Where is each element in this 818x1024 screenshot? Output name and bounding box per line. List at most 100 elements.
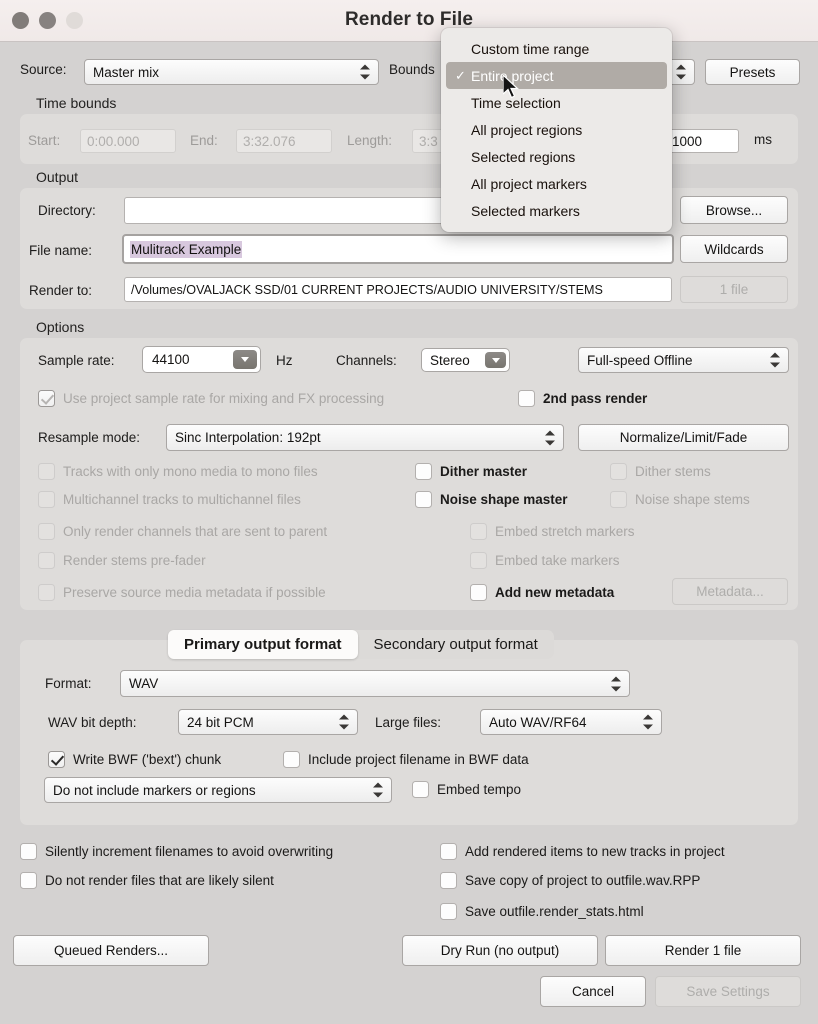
- checkbox-box[interactable]: [440, 843, 457, 860]
- second-pass-render-checkbox[interactable]: 2nd pass render: [518, 390, 647, 407]
- length-value: 3:3: [419, 133, 438, 149]
- tab-primary-output-format[interactable]: Primary output format: [168, 630, 358, 659]
- large-files-label: Large files:: [375, 715, 442, 730]
- render-button[interactable]: Render 1 file: [605, 935, 801, 966]
- use-project-sample-rate-label: Use project sample rate for mixing and F…: [63, 391, 385, 406]
- checkbox-box[interactable]: [440, 903, 457, 920]
- title-bar: Render to File: [0, 0, 818, 42]
- add-new-metadata-checkbox[interactable]: Add new metadata: [470, 584, 614, 601]
- browse-button[interactable]: Browse...: [680, 196, 788, 224]
- checkbox-label: Tracks with only mono media to mono file…: [63, 464, 318, 479]
- large-files-select[interactable]: Auto WAV/RF64: [480, 709, 662, 735]
- menu-item-time-selection[interactable]: Time selection: [441, 89, 672, 116]
- dither-master-checkbox[interactable]: Dither master: [415, 463, 527, 480]
- save-copy-of-project-checkbox[interactable]: Save copy of project to outfile.wav.RPP: [440, 872, 700, 889]
- filename-value: Mulitrack Example: [130, 240, 243, 258]
- chevron-down-icon[interactable]: [485, 352, 506, 368]
- format-label: Format:: [45, 676, 92, 691]
- resample-mode-value: Sinc Interpolation: 192pt: [175, 430, 321, 445]
- tail-unit-label: ms: [754, 132, 772, 147]
- checkbox-label: Silently increment filenames to avoid ov…: [45, 844, 334, 859]
- checkbox-box[interactable]: [415, 463, 432, 480]
- checkbox-label: Preserve source media metadata if possib…: [63, 585, 326, 600]
- checkbox-label: Write BWF ('bext') chunk: [73, 752, 222, 767]
- menu-item-label: Selected regions: [471, 148, 576, 165]
- checkbox-label: Noise shape stems: [635, 492, 750, 507]
- resample-mode-select[interactable]: Sinc Interpolation: 192pt: [166, 424, 564, 451]
- format-value: WAV: [129, 676, 159, 691]
- include-project-filename-checkbox[interactable]: Include project filename in BWF data: [283, 751, 529, 768]
- multichannel-tracks-checkbox: Multichannel tracks to multichannel file…: [38, 491, 301, 508]
- checkbox-label: Do not render files that are likely sile…: [45, 873, 274, 888]
- dry-run-button[interactable]: Dry Run (no output): [402, 935, 598, 966]
- tail-length-value: 1000: [672, 133, 703, 149]
- normalize-limit-fade-button[interactable]: Normalize/Limit/Fade: [578, 424, 789, 451]
- checkbox-box[interactable]: [283, 751, 300, 768]
- do-not-render-silent-files-checkbox[interactable]: Do not render files that are likely sile…: [20, 872, 274, 889]
- menu-item-selected-regions[interactable]: Selected regions: [441, 143, 672, 170]
- start-field[interactable]: 0:00.000: [80, 129, 176, 153]
- channels-value: Stereo: [430, 352, 470, 368]
- preserve-source-metadata-checkbox: Preserve source media metadata if possib…: [38, 584, 326, 601]
- checkbox-box: [610, 463, 627, 480]
- second-pass-render-label: 2nd pass render: [543, 391, 648, 406]
- checkbox-box[interactable]: [415, 491, 432, 508]
- checkbox-label: Multichannel tracks to multichannel file…: [63, 492, 301, 507]
- end-value: 3:32.076: [243, 133, 296, 149]
- menu-item-all-project-regions[interactable]: All project regions: [441, 116, 672, 143]
- save-settings-button: Save Settings: [655, 976, 801, 1007]
- embed-take-markers-checkbox: Embed take markers: [470, 552, 620, 569]
- menu-item-entire-project[interactable]: ✓ Entire project: [446, 62, 667, 89]
- tab-secondary-output-format[interactable]: Secondary output format: [358, 630, 554, 659]
- end-field[interactable]: 3:32.076: [236, 129, 332, 153]
- queued-renders-button[interactable]: Queued Renders...: [13, 935, 209, 966]
- bounds-label: Bounds: [389, 62, 435, 77]
- render-stems-pre-fader-checkbox: Render stems pre-fader: [38, 552, 206, 569]
- start-label: Start:: [28, 133, 61, 148]
- add-rendered-items-to-new-tracks-checkbox[interactable]: Add rendered items to new tracks in proj…: [440, 843, 725, 860]
- write-bwf-chunk-checkbox[interactable]: Write BWF ('bext') chunk: [48, 751, 221, 768]
- chevron-updown-icon: [676, 64, 687, 81]
- menu-item-custom-time-range[interactable]: Custom time range: [441, 35, 672, 62]
- noise-shape-master-checkbox[interactable]: Noise shape master: [415, 491, 568, 508]
- menu-item-selected-markers[interactable]: Selected markers: [441, 197, 672, 224]
- channels-combo[interactable]: Stereo: [421, 348, 510, 372]
- silently-increment-filenames-checkbox[interactable]: Silently increment filenames to avoid ov…: [20, 843, 333, 860]
- wildcards-button[interactable]: Wildcards: [680, 235, 788, 263]
- checkbox-box[interactable]: [470, 584, 487, 601]
- checkbox-box[interactable]: [440, 872, 457, 889]
- checkbox-box[interactable]: [48, 751, 65, 768]
- checkbox-label: Embed take markers: [495, 553, 620, 568]
- only-render-channels-sent-to-parent-checkbox: Only render channels that are sent to pa…: [38, 523, 327, 540]
- checkbox-label: Embed stretch markers: [495, 524, 635, 539]
- markers-regions-select[interactable]: Do not include markers or regions: [44, 777, 392, 803]
- wav-bit-depth-select[interactable]: 24 bit PCM: [178, 709, 358, 735]
- chevron-down-icon[interactable]: [233, 350, 257, 369]
- save-render-stats-checkbox[interactable]: Save outfile.render_stats.html: [440, 903, 644, 920]
- chevron-updown-icon: [360, 64, 371, 81]
- page-title: Render to File: [344, 9, 474, 30]
- chevron-updown-icon: [373, 782, 384, 799]
- checkbox-box[interactable]: [412, 781, 429, 798]
- checkbox-box[interactable]: [20, 843, 37, 860]
- format-select[interactable]: WAV: [120, 670, 630, 697]
- checkbox-box[interactable]: [20, 872, 37, 889]
- dither-stems-checkbox: Dither stems: [610, 463, 711, 480]
- menu-item-label: Selected markers: [471, 202, 580, 219]
- noise-shape-stems-checkbox: Noise shape stems: [610, 491, 750, 508]
- filename-input[interactable]: Mulitrack Example: [122, 234, 674, 264]
- render-to-value: /Volumes/OVALJACK SSD/01 CURRENT PROJECT…: [131, 282, 603, 297]
- source-label: Source:: [20, 62, 67, 77]
- embed-tempo-checkbox[interactable]: Embed tempo: [412, 781, 521, 798]
- bounds-dropdown-menu[interactable]: Custom time range ✓ Entire project Time …: [441, 28, 672, 232]
- sample-rate-combo[interactable]: 44100: [142, 346, 261, 373]
- checkbox-box[interactable]: [518, 390, 535, 407]
- time-bounds-group-label: Time bounds: [36, 95, 117, 111]
- tail-length-field[interactable]: 1000: [665, 129, 739, 153]
- source-select[interactable]: Master mix: [84, 59, 379, 85]
- checkbox-box: [610, 491, 627, 508]
- menu-item-all-project-markers[interactable]: All project markers: [441, 170, 672, 197]
- cancel-button[interactable]: Cancel: [540, 976, 646, 1007]
- render-speed-select[interactable]: Full-speed Offline: [578, 347, 789, 373]
- presets-button[interactable]: Presets: [705, 59, 800, 85]
